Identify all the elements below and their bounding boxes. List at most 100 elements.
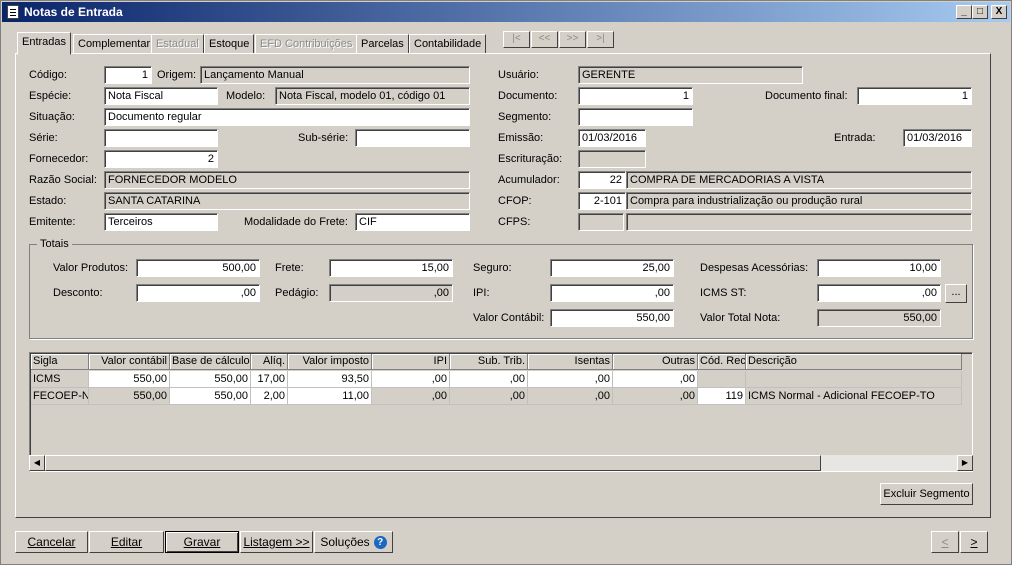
tab-efd-contribuicoes[interactable]: EFD Contribuições bbox=[255, 34, 358, 54]
nav-first-button[interactable]: |< bbox=[503, 31, 530, 48]
notas-entrada-window: Notas de Entrada _ □ X Entradas Compleme… bbox=[0, 0, 1012, 565]
next-record-button[interactable]: > bbox=[960, 531, 988, 553]
cell-aliquota[interactable]: 17,00 bbox=[251, 371, 288, 388]
subserie-label: Sub-série: bbox=[298, 132, 349, 144]
cell-valor-imposto[interactable]: 93,50 bbox=[288, 371, 372, 388]
emitente-label: Emitente: bbox=[29, 216, 76, 228]
cell-cod-rec[interactable] bbox=[698, 371, 746, 388]
scroll-thumb[interactable] bbox=[45, 455, 821, 471]
cell-valor-contabil[interactable]: 550,00 bbox=[89, 388, 170, 405]
documento-field[interactable]: 1 bbox=[578, 87, 693, 105]
acumulador-field[interactable]: 22 bbox=[578, 171, 626, 189]
close-button[interactable]: X bbox=[991, 5, 1007, 19]
cell-outras[interactable]: ,00 bbox=[613, 388, 698, 405]
desconto-label: Desconto: bbox=[53, 287, 103, 299]
cell-valor-imposto[interactable]: 11,00 bbox=[288, 388, 372, 405]
cell-descricao[interactable] bbox=[746, 371, 962, 388]
serie-field[interactable] bbox=[104, 129, 218, 147]
tab-entradas[interactable]: Entradas bbox=[17, 32, 72, 55]
valor-produtos-label: Valor Produtos: bbox=[53, 262, 129, 274]
icms-st-details-button[interactable]: ... bbox=[945, 284, 967, 303]
cell-isentas[interactable]: ,00 bbox=[528, 371, 613, 388]
document-icon bbox=[7, 5, 19, 19]
desconto-field[interactable]: ,00 bbox=[136, 284, 260, 302]
codigo-field[interactable]: 1 bbox=[104, 66, 152, 84]
valor-contabil-field[interactable]: 550,00 bbox=[550, 309, 674, 327]
listagem-button[interactable]: Listagem >> bbox=[240, 531, 313, 553]
cell-sigla[interactable]: FECOEP-N bbox=[31, 388, 89, 405]
acumulador-label: Acumulador: bbox=[498, 174, 560, 186]
prev-label: < bbox=[941, 535, 949, 549]
col-sub-trib[interactable]: Sub. Trib. bbox=[450, 354, 528, 370]
emissao-field[interactable]: 01/03/2016 bbox=[578, 129, 646, 147]
frete-field[interactable]: 15,00 bbox=[329, 259, 453, 277]
col-ipi[interactable]: IPI bbox=[372, 354, 450, 370]
cell-ipi[interactable]: ,00 bbox=[372, 371, 450, 388]
cell-cod-rec[interactable]: 119 bbox=[698, 388, 746, 405]
cell-base-calculo[interactable]: 550,00 bbox=[170, 371, 251, 388]
valor-produtos-field[interactable]: 500,00 bbox=[136, 259, 260, 277]
maximize-button[interactable]: □ bbox=[972, 5, 988, 19]
subserie-field[interactable] bbox=[355, 129, 470, 147]
segmento-field[interactable] bbox=[578, 108, 693, 126]
previous-record-button[interactable]: < bbox=[931, 531, 959, 553]
col-aliquota[interactable]: Alíq. bbox=[251, 354, 288, 370]
edit-button[interactable]: Editar bbox=[89, 531, 164, 553]
fornecedor-field[interactable]: 2 bbox=[104, 150, 218, 168]
entrada-field[interactable]: 01/03/2016 bbox=[903, 129, 972, 147]
tab-estoque[interactable]: Estoque bbox=[204, 34, 255, 54]
title-bar: Notas de Entrada _ □ X bbox=[2, 2, 1010, 22]
scroll-right-arrow-icon[interactable]: ▶ bbox=[957, 455, 973, 471]
emissao-label: Emissão: bbox=[498, 132, 544, 144]
cell-valor-contabil[interactable]: 550,00 bbox=[89, 371, 170, 388]
valor-contabil-label: Valor Contábil: bbox=[473, 312, 545, 324]
nav-next-button[interactable]: >> bbox=[559, 31, 586, 48]
usuario-label: Usuário: bbox=[498, 69, 539, 81]
acumulador-description: COMPRA DE MERCADORIAS A VISTA bbox=[626, 171, 972, 189]
cell-sub-trib[interactable]: ,00 bbox=[450, 371, 528, 388]
col-descricao[interactable]: Descrição bbox=[746, 354, 962, 370]
cell-descricao[interactable]: ICMS Normal - Adicional FECOEP-TO bbox=[746, 388, 962, 405]
cell-ipi[interactable]: ,00 bbox=[372, 388, 450, 405]
despesas-acessorias-field[interactable]: 10,00 bbox=[817, 259, 941, 277]
tab-contabilidade[interactable]: Contabilidade bbox=[409, 34, 487, 54]
scroll-left-arrow-icon[interactable]: ◀ bbox=[29, 455, 45, 471]
ipi-field[interactable]: ,00 bbox=[550, 284, 674, 302]
cell-sigla[interactable]: ICMS bbox=[31, 371, 89, 388]
escrituracao-label: Escrituração: bbox=[498, 153, 563, 165]
modalidade-frete-field[interactable]: CIF bbox=[355, 213, 470, 231]
tab-parcelas[interactable]: Parcelas bbox=[356, 34, 409, 54]
cancel-button[interactable]: Cancelar bbox=[15, 531, 88, 553]
cell-isentas[interactable]: ,00 bbox=[528, 388, 613, 405]
col-valor-imposto[interactable]: Valor imposto bbox=[288, 354, 372, 370]
seguro-label: Seguro: bbox=[473, 262, 512, 274]
cell-aliquota[interactable]: 2,00 bbox=[251, 388, 288, 405]
documento-final-field[interactable]: 1 bbox=[857, 87, 972, 105]
grid-horizontal-scrollbar[interactable]: ◀ ▶ bbox=[29, 455, 973, 471]
col-sigla[interactable]: Sigla bbox=[31, 354, 89, 370]
save-button[interactable]: Gravar bbox=[165, 531, 239, 553]
especie-field[interactable]: Nota Fiscal bbox=[104, 87, 218, 105]
cell-sub-trib[interactable]: ,00 bbox=[450, 388, 528, 405]
col-outras[interactable]: Outras bbox=[613, 354, 698, 370]
tab-complementar[interactable]: Complementar bbox=[73, 34, 156, 54]
col-base-calculo[interactable]: Base de cálculo bbox=[170, 354, 251, 370]
col-isentas[interactable]: Isentas bbox=[528, 354, 613, 370]
origem-label: Origem: bbox=[157, 69, 197, 81]
situacao-field[interactable]: Documento regular bbox=[104, 108, 470, 126]
minimize-button[interactable]: _ bbox=[956, 5, 972, 19]
col-cod-rec[interactable]: Cód. Rec. bbox=[698, 354, 746, 370]
nav-last-button[interactable]: >| bbox=[587, 31, 614, 48]
tab-estadual[interactable]: Estadual bbox=[151, 34, 204, 54]
seguro-field[interactable]: 25,00 bbox=[550, 259, 674, 277]
cell-base-calculo[interactable]: 550,00 bbox=[170, 388, 251, 405]
emitente-field[interactable]: Terceiros bbox=[104, 213, 218, 231]
icms-st-field[interactable]: ,00 bbox=[817, 284, 941, 302]
nav-prev-button[interactable]: << bbox=[531, 31, 558, 48]
cfop-field[interactable]: 2-101 bbox=[578, 192, 626, 210]
col-valor-contabil[interactable]: Valor contábil bbox=[89, 354, 170, 370]
excluir-segmento-button[interactable]: Excluir Segmento bbox=[880, 483, 973, 505]
cfop-label: CFOP: bbox=[498, 195, 532, 207]
solucoes-button[interactable]: Soluções? bbox=[314, 531, 393, 553]
cell-outras[interactable]: ,00 bbox=[613, 371, 698, 388]
